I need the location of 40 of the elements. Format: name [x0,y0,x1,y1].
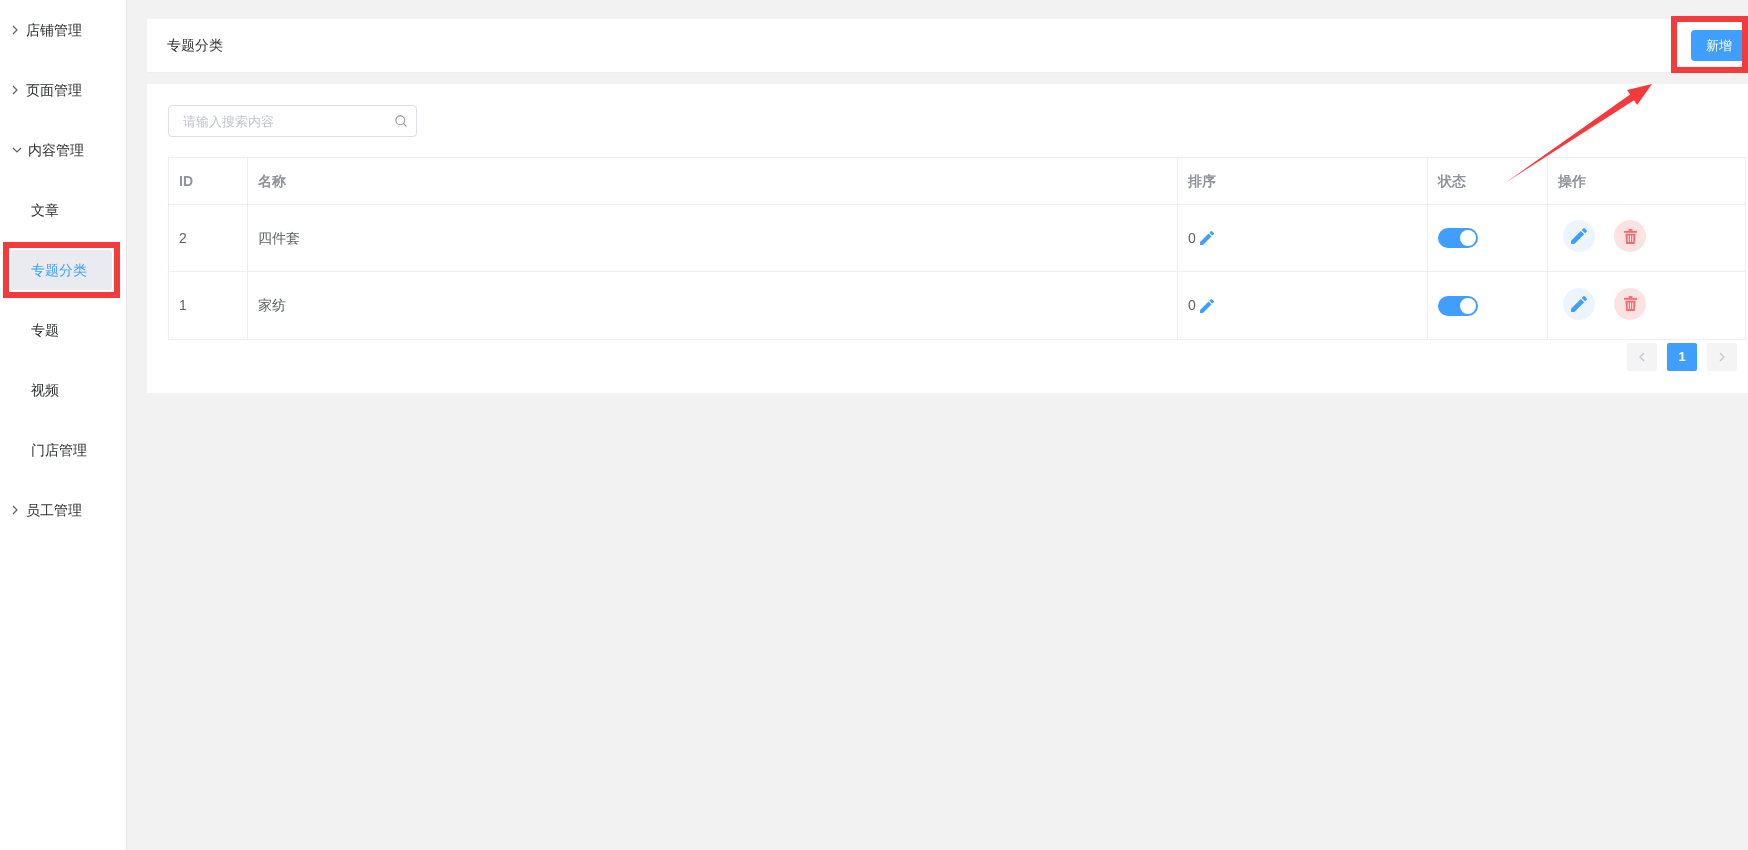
sidebar-item[interactable]: 视频 [11,370,112,410]
sidebar-group[interactable]: 店铺管理 [0,0,126,60]
column-header: 排序 [1188,171,1216,191]
chevron-down-icon [12,147,22,153]
sidebar-item[interactable]: 专题 [11,310,112,350]
column-header: 状态 [1438,171,1466,191]
pencil-icon [1571,295,1587,312]
sidebar-group[interactable]: 内容管理 [0,120,126,180]
sort-value: 0 [1188,296,1196,315]
chevron-right-icon [12,505,18,515]
search-field[interactable]: 请输入搜索内容 [168,105,417,137]
search-icon[interactable] [395,115,407,127]
table-cell-text: 家纺 [258,296,286,315]
edit-button[interactable] [1563,220,1595,252]
pencil-icon[interactable] [1199,298,1214,313]
sort-value: 0 [1188,228,1196,248]
sidebar-group[interactable]: 页面管理 [0,60,126,120]
pencil-icon[interactable] [1199,231,1214,245]
table-cell-text: 2 [179,228,187,248]
edit-button[interactable] [1563,287,1595,320]
sidebar-item[interactable]: 门店管理 [11,430,112,470]
chevron-right-icon [1719,352,1725,362]
toggle-switch[interactable] [1438,228,1478,248]
column-header: 操作 [1558,171,1586,191]
page-title: 专题分类 [167,36,223,55]
sidebar-group[interactable]: 员工管理 [0,480,126,540]
delete-button[interactable] [1614,287,1646,320]
trash-icon [1623,296,1637,311]
delete-button[interactable] [1614,220,1646,252]
column-header: ID [179,171,193,191]
sidebar-item[interactable]: 文章 [11,190,112,230]
chevron-right-icon [12,85,18,95]
pencil-icon [1571,228,1587,244]
chevron-right-icon [12,25,18,35]
trash-icon [1623,228,1637,244]
table-cell-text: 1 [179,296,187,315]
column-header: 名称 [258,171,286,191]
table-cell-text: 四件套 [258,228,300,248]
chevron-left-icon [1639,352,1645,362]
toggle-switch[interactable] [1438,295,1478,316]
